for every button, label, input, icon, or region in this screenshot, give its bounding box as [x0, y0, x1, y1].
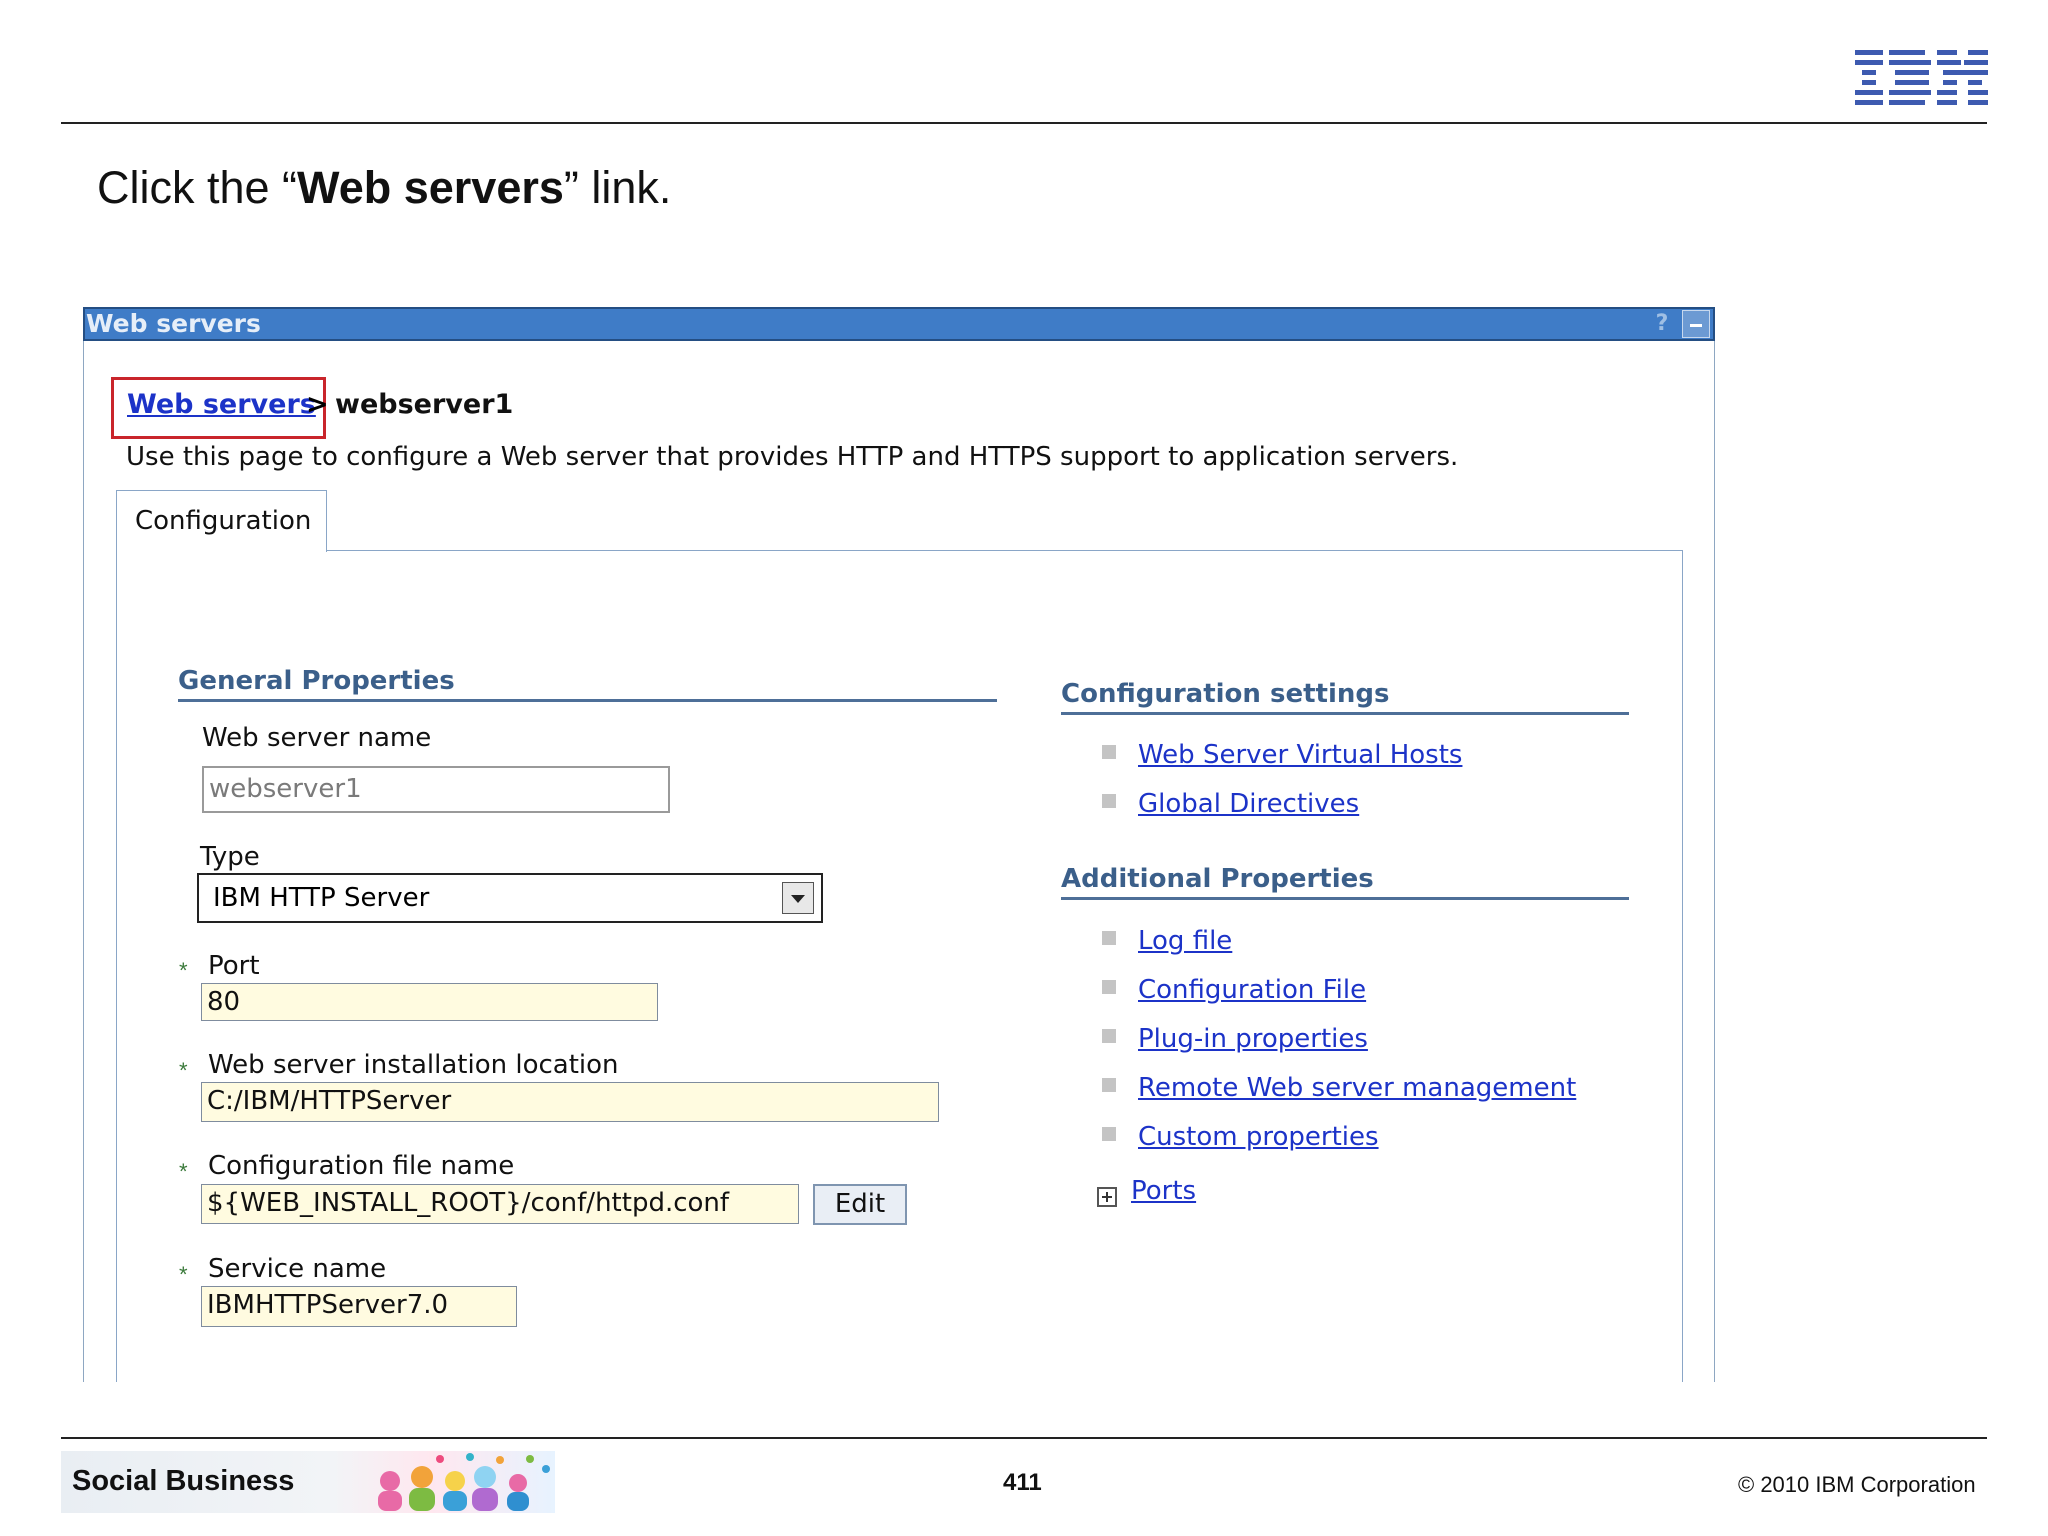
question-icon[interactable]: ? — [1650, 311, 1674, 337]
general-properties-heading: General Properties — [178, 666, 455, 696]
service-name-label: Service name — [208, 1254, 387, 1284]
tab-content-border-right — [1682, 550, 1683, 1382]
page-number: 411 — [1003, 1469, 1042, 1496]
global-directives-link[interactable]: Global Directives — [1138, 789, 1359, 819]
web-server-name-field: webserver1 — [202, 766, 670, 813]
required-marker-icon: * — [179, 1262, 188, 1287]
page-description: Use this page to configure a Web server … — [126, 442, 1459, 472]
plug-in-properties-link[interactable]: Plug-in properties — [1138, 1024, 1368, 1054]
bullet-icon — [1102, 794, 1116, 808]
bullet-icon — [1102, 1078, 1116, 1092]
people-icon — [378, 1453, 550, 1511]
tab-strip-line — [327, 550, 1683, 551]
port-field[interactable]: 80 — [201, 983, 658, 1021]
required-marker-icon: * — [179, 1058, 188, 1083]
bullet-icon — [1102, 745, 1116, 759]
type-label: Type — [200, 842, 260, 872]
panel-title: Web servers — [86, 309, 261, 338]
additional-properties-rule — [1061, 897, 1629, 900]
service-name-field[interactable]: IBMHTTPServer7.0 — [201, 1286, 517, 1327]
installation-location-field[interactable]: C:/IBM/HTTPServer — [201, 1082, 939, 1122]
copyright: © 2010 IBM Corporation — [1738, 1472, 1976, 1497]
configuration-settings-rule — [1061, 712, 1629, 715]
configuration-file-link[interactable]: Configuration File — [1138, 975, 1366, 1005]
web-server-name-label: Web server name — [202, 723, 432, 753]
expand-plus-icon[interactable] — [1097, 1187, 1117, 1207]
ports-link[interactable]: Ports — [1131, 1176, 1196, 1206]
breadcrumb-current: webserver1 — [335, 389, 514, 420]
log-file-link[interactable]: Log file — [1138, 926, 1232, 956]
general-properties-rule — [178, 699, 997, 702]
panel-border-left — [83, 307, 84, 1382]
ibm-logo — [1855, 50, 1988, 105]
minimize-icon[interactable] — [1682, 310, 1710, 338]
installation-location-label: Web server installation location — [208, 1050, 619, 1080]
type-select[interactable]: IBM HTTP Server — [197, 873, 823, 923]
bullet-icon — [1102, 931, 1116, 945]
edit-button[interactable]: Edit — [813, 1184, 907, 1225]
footer-brand: Social Business — [72, 1465, 295, 1497]
web-server-virtual-hosts-link[interactable]: Web Server Virtual Hosts — [1138, 740, 1462, 770]
port-label: Port — [208, 951, 260, 981]
configuration-settings-heading: Configuration settings — [1061, 679, 1390, 709]
bullet-icon — [1102, 980, 1116, 994]
tab-configuration-label: Configuration — [135, 506, 312, 536]
footer-divider — [61, 1437, 1987, 1439]
required-marker-icon: * — [179, 958, 188, 983]
config-file-name-label: Configuration file name — [208, 1151, 515, 1181]
breadcrumb-web-servers-link[interactable]: Web servers — [127, 389, 316, 420]
bullet-icon — [1102, 1127, 1116, 1141]
config-file-name-field[interactable]: ${WEB_INSTALL_ROOT}/conf/httpd.conf — [201, 1184, 799, 1224]
breadcrumb-separator: > — [306, 389, 329, 420]
remote-web-server-management-link[interactable]: Remote Web server management — [1138, 1073, 1576, 1103]
header-divider — [61, 122, 1987, 124]
panel-titlebar — [83, 307, 1715, 341]
chevron-down-icon[interactable] — [782, 882, 814, 914]
bullet-icon — [1102, 1029, 1116, 1043]
additional-properties-heading: Additional Properties — [1061, 864, 1374, 894]
tab-content-border-left — [116, 551, 117, 1382]
instruction-text: Click the “Web servers” link. — [97, 162, 672, 213]
panel-border-right — [1714, 307, 1715, 1382]
required-marker-icon: * — [179, 1159, 188, 1184]
custom-properties-link[interactable]: Custom properties — [1138, 1122, 1379, 1152]
